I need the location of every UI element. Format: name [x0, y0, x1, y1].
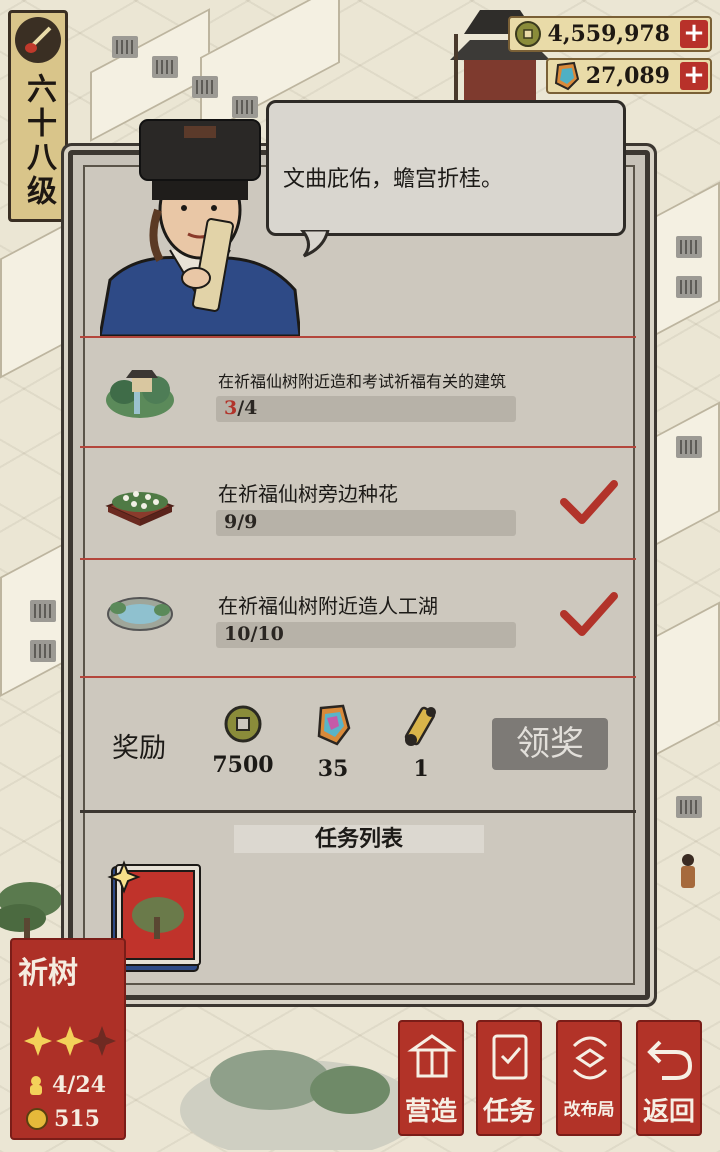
pavilion-icon [106, 370, 174, 418]
reward-item-coins: 7500 [208, 704, 278, 778]
map-tile [650, 401, 720, 549]
star-empty-icon [88, 1026, 116, 1056]
map-house [676, 436, 702, 458]
map-house [192, 76, 218, 98]
level-badge[interactable]: 六十八级 [8, 10, 68, 222]
map-house [112, 36, 138, 58]
layout-icon [572, 1036, 608, 1080]
nav-label: 营造 [404, 1097, 457, 1127]
build-icon [407, 1034, 457, 1078]
reward-row: 奖励 7500 35 1 领奖 [80, 676, 636, 810]
tree-card-title: 祈树 [18, 956, 78, 991]
change-layout-button[interactable]: 改布局 [556, 1020, 622, 1136]
task-list-title: 任务列表 [234, 825, 484, 853]
jade-gem-icon [317, 704, 351, 746]
speech-bubble: 文曲庇佑，蟾宫折桂。 [266, 100, 626, 236]
villager-icon [30, 1076, 42, 1095]
villager-icon [681, 854, 695, 888]
map-tile [0, 221, 70, 379]
copper-coin-icon [514, 21, 541, 47]
map-house [676, 236, 702, 258]
copper-coin-icon [224, 705, 262, 743]
quest-title: 在祈福仙树附近造人工湖 [218, 594, 438, 618]
checkmark-icon [560, 592, 618, 636]
build-button[interactable]: 营造 [398, 1020, 464, 1136]
reward-value: 35 [317, 756, 349, 782]
quest-progress-bar: 10/10 [216, 622, 516, 648]
task-button[interactable]: 任务 [476, 1020, 542, 1136]
quest-title: 在祈福仙树附近造和考试祈福有关的建筑 [218, 372, 507, 391]
task-list-section: 任务列表 [80, 810, 636, 986]
back-arrow-icon [647, 1040, 693, 1080]
coin-counter: 4,559,978 + [507, 16, 712, 52]
add-coins-button[interactable]: + [680, 20, 708, 48]
map-house [676, 796, 702, 818]
nav-label: 改布局 [563, 1100, 615, 1120]
scroll-icon [404, 706, 436, 746]
quest-row-3[interactable]: 在祈福仙树附近造人工湖 10/10 [80, 558, 636, 668]
jade-counter: 27,089 + [545, 58, 712, 94]
quest-progress-total: /4 [237, 397, 258, 419]
map-house [676, 276, 702, 298]
quest-progress-bar: 9/9 [216, 510, 516, 536]
checkmark-icon [560, 480, 618, 524]
quest-progress: 10/10 [224, 623, 284, 645]
reward-label: 奖励 [112, 733, 166, 764]
quest-title: 在祈福仙树旁边种花 [218, 482, 398, 506]
star-filled-icon [56, 1026, 84, 1056]
map-house [152, 56, 178, 78]
flower-bed-icon [105, 491, 175, 526]
hill-scenery-icon [180, 1050, 420, 1150]
map-tile [650, 601, 720, 759]
quest-row-2[interactable]: 在祈福仙树旁边种花 9/9 [80, 446, 636, 556]
tree-card-coins: 515 [54, 1106, 100, 1132]
back-button[interactable]: 返回 [636, 1020, 702, 1136]
lake-icon [107, 597, 173, 631]
quest-progress-current: 3 [224, 397, 238, 419]
prayer-tree-card[interactable]: 祈树 4/24 515 [10, 938, 126, 1140]
reward-item-jade: 35 [298, 704, 368, 782]
map-house [30, 640, 56, 662]
jade-gem-icon [554, 61, 579, 91]
nav-label: 返回 [642, 1097, 695, 1127]
map-house [30, 600, 56, 622]
speech-text: 文曲庇佑，蟾宫折桂。 [283, 167, 504, 192]
tree-card-count: 4/24 [52, 1072, 106, 1098]
reward-value: 1 [413, 756, 429, 782]
nav-label: 任务 [482, 1097, 535, 1127]
player-level: 六十八级 [21, 73, 56, 209]
quest-progress-bar: 3/4 [216, 396, 516, 422]
quest-row-1[interactable]: 在祈福仙树附近造和考试祈福有关的建筑 3/4 [80, 336, 636, 446]
add-jade-button[interactable]: + [680, 62, 708, 90]
tree-card-count-row: 4/24 [26, 1072, 106, 1098]
claim-reward-button[interactable]: 领奖 [492, 718, 608, 770]
brush-emblem-icon [15, 17, 61, 63]
coin-icon [26, 1108, 48, 1130]
reward-item-scroll: 1 [386, 704, 456, 782]
speech-bubble-tail [300, 230, 330, 258]
task-book-icon [492, 1034, 528, 1080]
reward-value: 7500 [212, 752, 274, 778]
tree-card-coins-row: 515 [26, 1106, 100, 1132]
quest-progress: 9/9 [224, 511, 258, 533]
coin-amount: 4,559,978 [547, 21, 670, 47]
jade-amount: 27,089 [585, 63, 670, 89]
star-filled-icon [24, 1026, 52, 1056]
map-tile [650, 181, 720, 339]
